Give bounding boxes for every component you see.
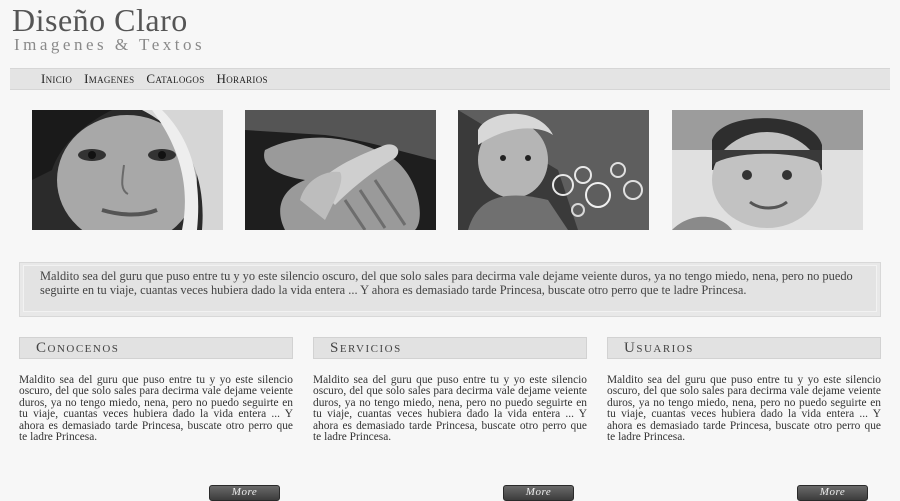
column-heading: Usuarios	[607, 337, 881, 359]
photo-hands[interactable]	[245, 110, 436, 230]
site-title[interactable]: Diseño Claro	[12, 2, 205, 38]
column-usuarios: Usuarios Maldito sea del guru que puso e…	[607, 337, 881, 501]
photo-child-bubbles[interactable]	[458, 110, 649, 230]
photo-girl-face[interactable]	[32, 110, 223, 230]
site-brand[interactable]: Diseño Claro Imagenes & Textos	[12, 0, 205, 54]
photo-smiling-child[interactable]	[672, 110, 863, 230]
column-text: Maldito sea del guru que puso entre tu y…	[19, 374, 293, 444]
column-text: Maldito sea del guru que puso entre tu y…	[607, 374, 881, 444]
column-text: Maldito sea del guru que puso entre tu y…	[313, 374, 587, 444]
photo-gallery	[32, 110, 863, 230]
more-button[interactable]: More	[503, 485, 574, 501]
column-servicios: Servicios Maldito sea del guru que puso …	[313, 337, 587, 501]
intro-quote-text: Maldito sea del guru que puso entre tu y…	[23, 265, 877, 312]
more-button[interactable]: More	[209, 485, 280, 501]
main-nav: Inicio Imagenes Catalogos Horarios	[10, 68, 890, 90]
column-heading: Conocenos	[19, 337, 293, 359]
nav-item-imagenes[interactable]: Imagenes	[84, 69, 134, 89]
column-heading: Servicios	[313, 337, 587, 359]
more-button[interactable]: More	[797, 485, 868, 501]
nav-item-catalogos[interactable]: Catalogos	[146, 69, 204, 89]
nav-item-inicio[interactable]: Inicio	[41, 69, 72, 89]
intro-quote-box: Maldito sea del guru que puso entre tu y…	[19, 262, 881, 317]
site-subtitle: Imagenes & Textos	[14, 35, 206, 54]
nav-item-horarios[interactable]: Horarios	[217, 69, 268, 89]
column-conocenos: Conocenos Maldito sea del guru que puso …	[19, 337, 293, 501]
